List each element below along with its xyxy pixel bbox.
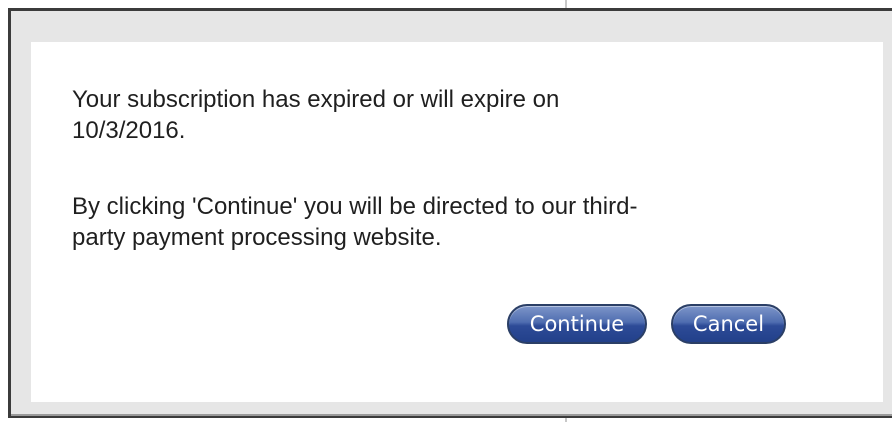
continue-button[interactable]: Continue [507, 304, 647, 344]
expiry-message: Your subscription has expired or will ex… [72, 86, 560, 144]
cancel-button[interactable]: Cancel [671, 304, 786, 344]
redirect-message: By clicking 'Continue' you will be direc… [72, 193, 638, 251]
dialog-body: Your subscription has expired or will ex… [31, 42, 883, 402]
screen: Your subscription has expired or will ex… [0, 0, 892, 422]
subscription-dialog: Your subscription has expired or will ex… [8, 8, 892, 418]
